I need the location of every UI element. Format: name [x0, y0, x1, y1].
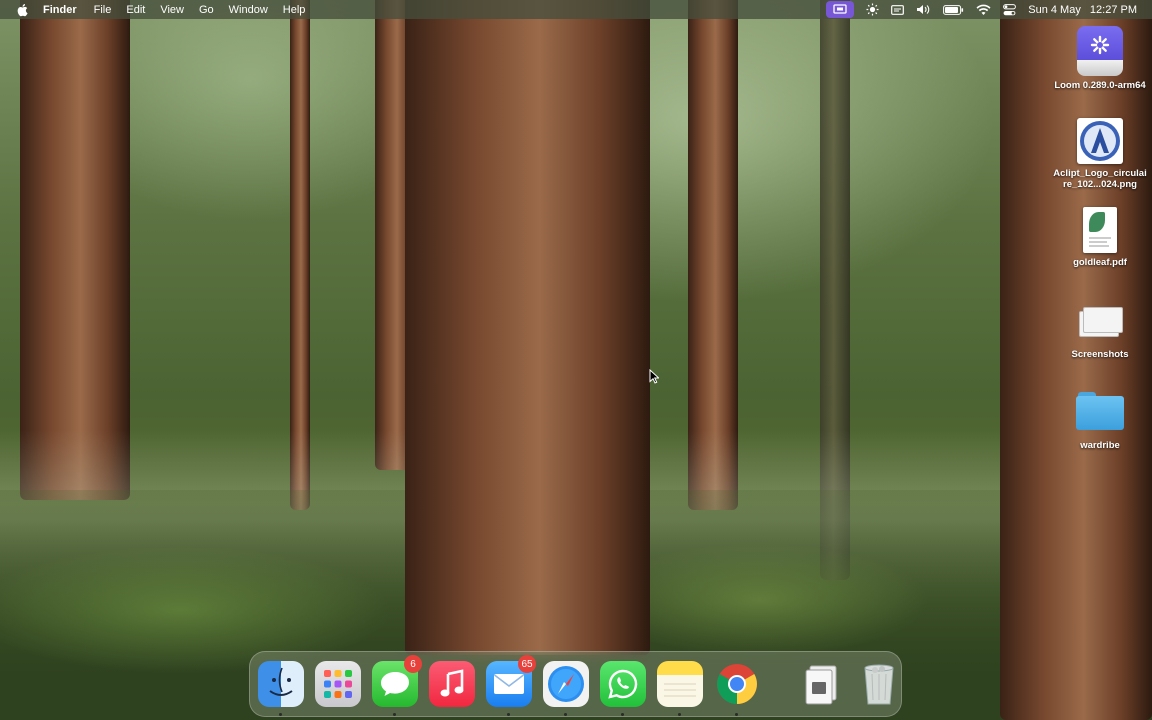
menu-edit[interactable]: Edit — [126, 4, 145, 16]
dock-item-music[interactable] — [429, 661, 475, 707]
volume-icon[interactable] — [916, 0, 931, 19]
music-icon — [429, 661, 475, 707]
screen-recording-icon[interactable] — [826, 1, 855, 18]
menu-file[interactable]: File — [94, 4, 112, 16]
dock-item-whatsapp[interactable] — [600, 661, 646, 716]
folder-icon — [1076, 392, 1124, 430]
safari-icon — [543, 661, 589, 707]
notes-icon — [657, 661, 703, 707]
clock-date: Sun 4 May — [1028, 3, 1081, 16]
menubar-clock[interactable]: Sun 4 May 12:27 PM — [1028, 4, 1137, 16]
disk-image-icon — [1077, 26, 1123, 76]
mail-badge: 65 — [518, 655, 536, 673]
menu-help[interactable]: Help — [283, 4, 306, 16]
dock: 6 65 — [249, 651, 902, 717]
desktop-item-screenshots[interactable]: Screenshots — [1050, 305, 1150, 360]
launchpad-icon — [315, 661, 361, 707]
menu-go[interactable]: Go — [199, 4, 214, 16]
clock-time: 12:27 PM — [1089, 3, 1137, 16]
desktop-item-label: goldleaf.pdf — [1073, 257, 1127, 268]
apple-menu-icon[interactable] — [15, 3, 29, 17]
mouse-pointer-icon — [649, 368, 660, 389]
pdf-file-icon — [1083, 207, 1117, 253]
image-file-icon — [1077, 118, 1123, 164]
dock-item-mail[interactable]: 65 — [486, 655, 536, 716]
trash-icon — [856, 661, 902, 707]
desktop-item-label: Aclipt_Logo_circulaire_102...024.png — [1053, 168, 1147, 190]
dock-item-messages[interactable]: 6 — [372, 655, 422, 716]
app-menu-finder[interactable]: Finder — [43, 4, 77, 16]
menu-bar: Finder File Edit View Go Window Help Sun — [0, 0, 1152, 19]
desktop-item-label: wardribe — [1080, 440, 1120, 451]
control-center-icon[interactable] — [1003, 0, 1017, 19]
dock-item-chrome[interactable] — [714, 661, 760, 716]
desktop-item-loom-dmg[interactable]: Loom 0.289.0-arm64 — [1050, 26, 1150, 91]
chrome-icon — [714, 661, 760, 707]
whatsapp-icon — [600, 661, 646, 707]
desktop-item-wardribe[interactable]: wardribe — [1050, 392, 1150, 451]
messages-badge: 6 — [404, 655, 422, 673]
dock-item-trash[interactable] — [856, 661, 902, 707]
desktop-item-label: Screenshots — [1071, 349, 1129, 360]
brightness-icon[interactable] — [866, 0, 879, 19]
dock-item-safari[interactable] — [543, 661, 589, 716]
dock-item-notes[interactable] — [657, 661, 703, 716]
downloads-stack-icon — [799, 661, 845, 707]
desktop-wallpaper — [0, 0, 1152, 720]
finder-icon — [258, 661, 304, 707]
desktop-item-aclipt-logo[interactable]: Aclipt_Logo_circulaire_102...024.png — [1050, 118, 1150, 190]
dock-item-downloads[interactable] — [799, 661, 845, 707]
desktop-item-goldleaf-pdf[interactable]: goldleaf.pdf — [1050, 207, 1150, 268]
screenshots-folder-icon — [1077, 305, 1123, 339]
dock-item-launchpad[interactable] — [315, 661, 361, 707]
menu-window[interactable]: Window — [229, 4, 268, 16]
menu-view[interactable]: View — [160, 4, 184, 16]
battery-icon[interactable] — [943, 0, 964, 19]
desktop-item-label: Loom 0.289.0-arm64 — [1054, 80, 1146, 91]
dock-item-finder[interactable] — [258, 661, 304, 716]
wifi-icon[interactable] — [976, 0, 991, 19]
display-icon[interactable] — [891, 0, 905, 19]
